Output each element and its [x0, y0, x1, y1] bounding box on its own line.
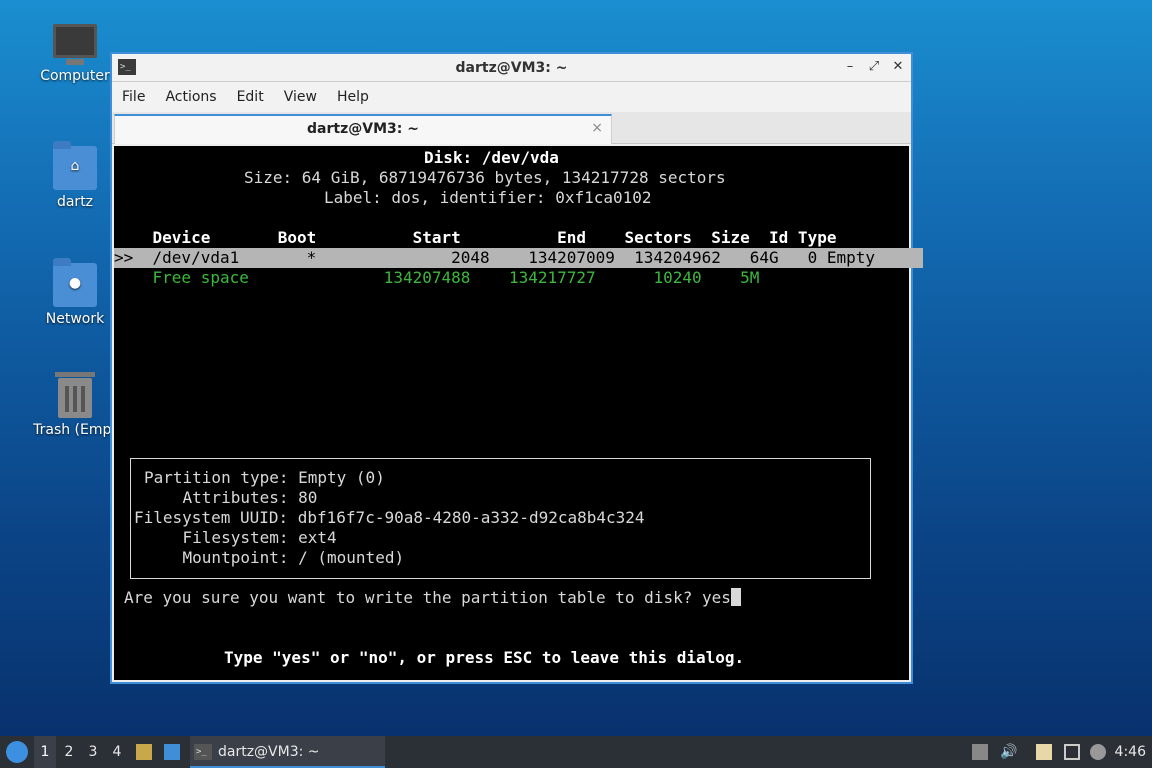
taskbar-task-terminal[interactable]: >_ dartz@VM3: ~	[190, 736, 385, 768]
clipboard-icon[interactable]	[1036, 744, 1052, 760]
table-header: Device Boot Start End Sectors Size Id Ty…	[114, 228, 837, 247]
network-folder-icon: ●	[53, 258, 97, 307]
terminal-tab[interactable]: dartz@VM3: ~ ×	[114, 114, 612, 144]
label-line: Label: dos, identifier: 0xf1ca0102	[324, 188, 652, 207]
maximize-button[interactable]: ⤢	[867, 59, 881, 74]
workspace-3[interactable]: 3	[82, 736, 104, 768]
size-line: Size: 64 GiB, 68719476736 bytes, 1342177…	[244, 168, 726, 187]
info-attributes: Attributes: 80	[144, 488, 318, 507]
taskbar: 1 2 3 4 >_ dartz@VM3: ~ 🔊 4:46	[0, 736, 1152, 768]
window-titlebar[interactable]: >_ dartz@VM3: ~ – ⤢ ✕	[112, 54, 911, 82]
close-button[interactable]: ✕	[891, 59, 905, 74]
menubar: File Actions Edit View Help	[112, 82, 911, 112]
tab-close-button[interactable]: ×	[591, 120, 603, 136]
computer-icon	[53, 24, 97, 65]
minimize-button[interactable]: –	[843, 59, 857, 74]
confirm-prompt-text: Are you sure you want to write the parti…	[124, 588, 731, 607]
text-cursor	[730, 588, 741, 606]
trash-icon	[55, 372, 95, 418]
show-desktop-icon[interactable]	[164, 744, 180, 760]
volume-icon[interactable]: 🔊	[1000, 744, 1017, 760]
network-icon[interactable]	[1064, 744, 1080, 760]
file-manager-icon[interactable]	[136, 744, 152, 760]
start-menu-button[interactable]	[4, 736, 28, 768]
info-filesystem: Filesystem: ext4	[144, 528, 337, 547]
window-title: dartz@VM3: ~	[455, 60, 568, 76]
taskbar-task-label: dartz@VM3: ~	[218, 744, 320, 760]
info-mountpoint: Mountpoint: / (mounted)	[144, 548, 405, 567]
menu-edit[interactable]: Edit	[237, 89, 264, 105]
info-filesystem-uuid: Filesystem UUID: dbf16f7c-90a8-4280-a332…	[134, 508, 645, 527]
dialog-hint: Type "yes" or "no", or press ESC to leav…	[224, 648, 745, 667]
clock[interactable]: 4:46	[1115, 736, 1146, 768]
workspace-1[interactable]: 1	[34, 736, 56, 768]
info-partition-type: Partition type: Empty (0)	[144, 468, 385, 487]
terminal-screen[interactable]: Disk: /dev/vda Size: 64 GiB, 68719476736…	[114, 146, 924, 680]
menu-file[interactable]: File	[122, 89, 145, 105]
confirm-prompt[interactable]: Are you sure you want to write the parti…	[124, 588, 741, 608]
workspace-4[interactable]: 4	[106, 736, 128, 768]
workspace-2[interactable]: 2	[58, 736, 80, 768]
tab-bar: dartz@VM3: ~ ×	[112, 112, 911, 144]
menu-view[interactable]: View	[284, 89, 317, 105]
start-menu-icon	[6, 741, 28, 763]
terminal-window: >_ dartz@VM3: ~ – ⤢ ✕ File Actions Edit …	[110, 52, 924, 684]
free-space-row[interactable]: Free space 134207488 134217727 10240 5M	[114, 268, 760, 288]
home-folder-icon: ⌂	[53, 141, 97, 190]
menu-actions[interactable]: Actions	[165, 89, 216, 105]
partition-row-selected[interactable]: >> /dev/vda1 * 2048 134207009 134204962 …	[114, 248, 924, 268]
terminal-icon: >_	[194, 744, 212, 760]
upload-icon[interactable]	[972, 744, 988, 760]
menu-help[interactable]: Help	[337, 89, 369, 105]
notification-icon[interactable]	[1090, 744, 1106, 760]
disk-line: Disk: /dev/vda	[424, 148, 559, 167]
tab-label: dartz@VM3: ~	[307, 121, 419, 137]
